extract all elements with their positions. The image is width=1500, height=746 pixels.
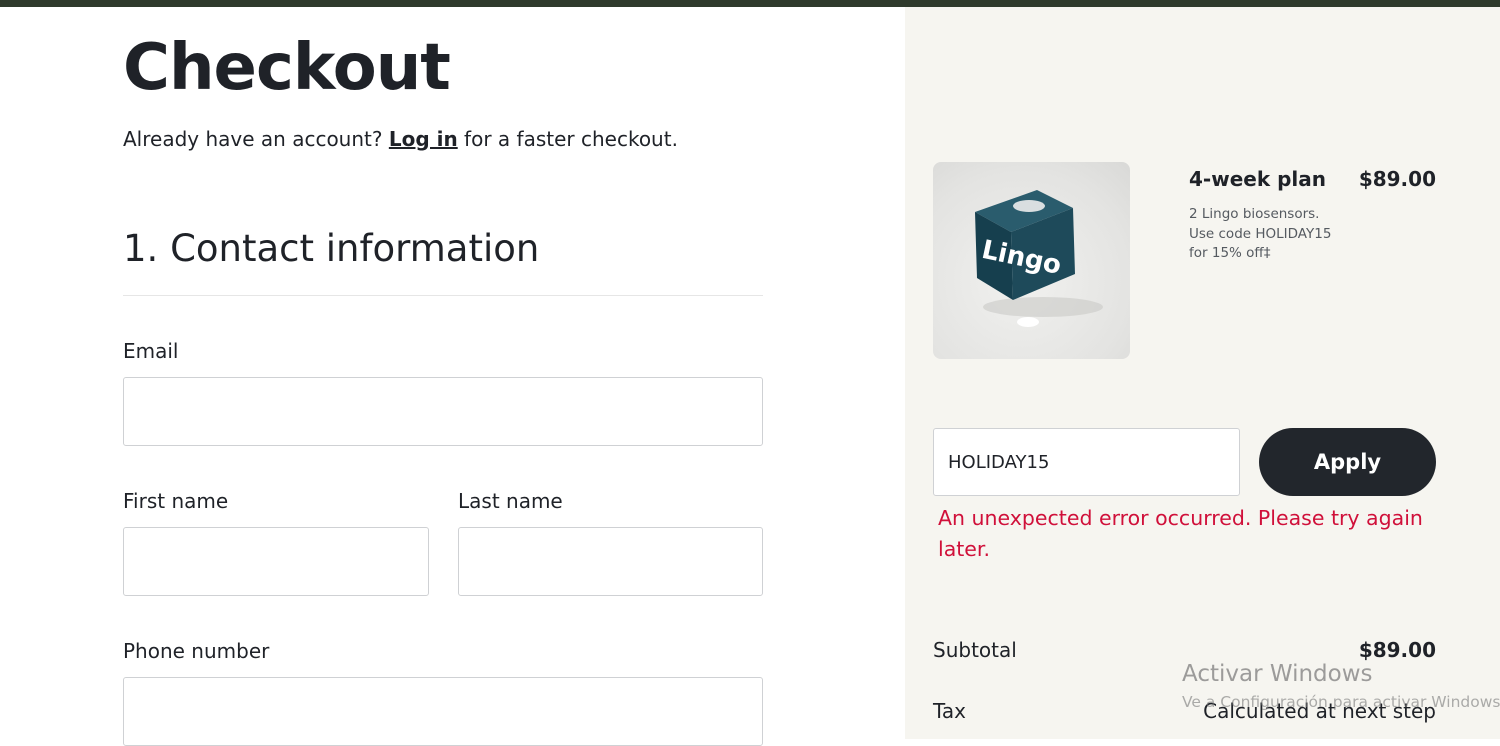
account-prompt-text: Already have an account?: [123, 127, 389, 151]
email-field[interactable]: [123, 377, 763, 446]
first-name-label: First name: [123, 489, 229, 513]
lingo-box-illustration: Lingo: [975, 190, 1103, 327]
account-prompt-suffix: for a faster checkout.: [457, 127, 678, 151]
phone-field[interactable]: [123, 677, 763, 746]
page-title: Checkout: [123, 31, 451, 105]
apply-coupon-button[interactable]: Apply: [1259, 428, 1436, 496]
last-name-field[interactable]: [458, 527, 763, 596]
product-image: Lingo: [933, 162, 1130, 359]
coupon-code-input[interactable]: [933, 428, 1240, 496]
tax-label: Tax: [933, 699, 966, 723]
order-summary-panel: [905, 7, 1500, 739]
phone-label: Phone number: [123, 639, 270, 663]
top-strip: [0, 0, 1500, 7]
product-name: 4-week plan: [1189, 167, 1326, 191]
contact-section-title: 1. Contact information: [123, 227, 540, 270]
account-prompt: Already have an account? Log in for a fa…: [123, 126, 678, 152]
last-name-label: Last name: [458, 489, 563, 513]
checkout-form-panel: [0, 7, 905, 739]
section-divider: [123, 295, 763, 296]
windows-activation-subtitle: Ve a Configuración para activar Windows.: [1182, 693, 1500, 711]
email-label: Email: [123, 339, 179, 363]
subtotal-label: Subtotal: [933, 638, 1017, 662]
windows-activation-title: Activar Windows: [1182, 661, 1373, 687]
login-link[interactable]: Log in: [389, 127, 458, 151]
product-price: $89.00: [1358, 167, 1436, 191]
product-description: 2 Lingo biosensors. Use code HOLIDAY15 f…: [1189, 206, 1332, 261]
first-name-field[interactable]: [123, 527, 429, 596]
coupon-error-message: An unexpected error occurred. Please try…: [938, 506, 1423, 561]
